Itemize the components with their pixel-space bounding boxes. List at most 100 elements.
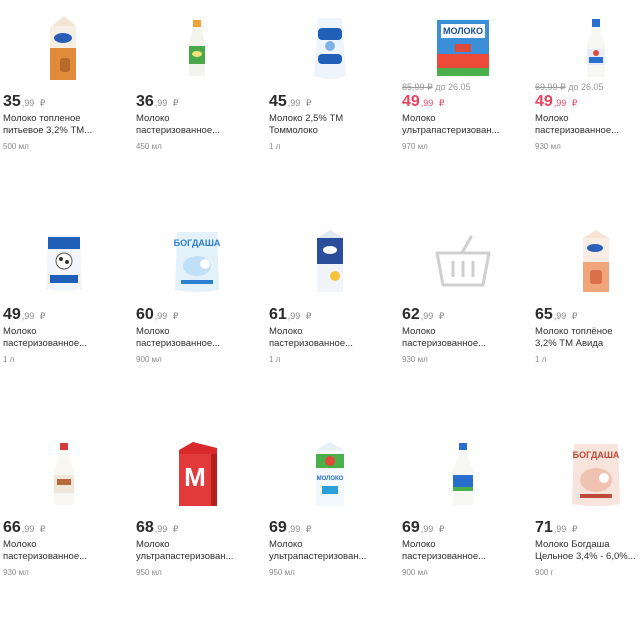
milk-bottle-blue-label-icon[interactable] xyxy=(399,438,527,510)
milk-bottle-red-cap-icon[interactable] xyxy=(0,438,128,510)
price-fraction: ,99 xyxy=(287,311,301,321)
product-volume: 1 л xyxy=(269,142,281,151)
product-name-line-2: пастеризованное... xyxy=(535,125,620,136)
price-fraction: ,99 xyxy=(420,98,434,108)
price: 66,99 ₽ xyxy=(3,520,46,537)
product-name-line-1: Молоко xyxy=(535,113,569,124)
product-name[interactable]: Молоко ультрапастеризован... xyxy=(269,539,391,563)
price: 49,99 ₽ xyxy=(535,94,578,111)
basket-placeholder-icon[interactable] xyxy=(399,225,527,297)
product-name-line-2: пастеризованное... xyxy=(269,338,354,349)
product-card[interactable]: M 68,99 ₽ Молоко ультрапастеризован... 950 м… xyxy=(133,426,261,621)
product-card[interactable]: 65,99 ₽ Молоко топлёное 3,2% ТМ Авида 1 л xyxy=(532,213,640,408)
price: 49,99 ₽ xyxy=(402,94,445,111)
milk-pouch-cow-icon[interactable] xyxy=(0,225,128,297)
svg-text:БОГДАША: БОГДАША xyxy=(174,238,221,248)
milk-box-village-icon[interactable]: МОЛОКО xyxy=(266,438,394,510)
price-integer: 45 xyxy=(269,93,287,110)
price-integer: 69 xyxy=(269,519,287,536)
milk-bottle-green-icon[interactable] xyxy=(133,12,261,84)
currency-sign: ₽ xyxy=(172,524,179,534)
product-volume: 450 мл xyxy=(136,142,162,151)
product-name[interactable]: Молоко 2,5% ТМ Томмолоко xyxy=(269,113,391,137)
milk-pouch-blue-icon[interactable] xyxy=(266,12,394,84)
product-card[interactable]: БОГДАША 60,99 ₽ Молоко пастеризованное... 90… xyxy=(133,213,261,408)
milk-carton-peach-icon[interactable] xyxy=(532,225,640,297)
product-card[interactable]: 69,99 ₽ до 26.05 49,99 ₽ Молоко пастеризова… xyxy=(532,0,640,195)
product-name[interactable]: Молоко пастеризованное... xyxy=(136,326,258,350)
price: 36,99 ₽ xyxy=(136,94,179,111)
price-integer: 35 xyxy=(3,93,21,110)
milk-box-blue-icon[interactable]: МОЛОКО xyxy=(399,12,527,84)
product-name-line-2: пастеризованное... xyxy=(136,338,221,349)
price: 60,99 ₽ xyxy=(136,307,179,324)
product-name-line-2: 3,2% ТМ Авида xyxy=(535,338,604,349)
product-name-line-1: Молоко xyxy=(3,539,37,550)
price-fraction: ,99 xyxy=(21,98,35,108)
milk-carton-orange-icon[interactable] xyxy=(0,12,128,84)
product-name[interactable]: Молоко ультрапастеризован... xyxy=(136,539,258,563)
product-card[interactable]: МОЛОКО 85,99 ₽ до 26.05 49,99 ₽ Молоко ультр… xyxy=(399,0,527,195)
price-fraction: ,99 xyxy=(287,98,301,108)
promo-until: до 26.05 xyxy=(568,82,604,92)
product-name-line-2: пастеризованное... xyxy=(3,338,88,349)
milk-pouch-bogdasha-icon[interactable]: БОГДАША xyxy=(133,225,261,297)
product-name[interactable]: Молоко ультрапастеризован... xyxy=(402,113,524,137)
price-integer: 62 xyxy=(402,306,420,323)
product-card[interactable]: 36,99 ₽ Молоко пастеризованное... 450 мл xyxy=(133,0,261,195)
product-volume: 950 мл xyxy=(269,568,295,577)
price: 69,99 ₽ xyxy=(402,520,445,537)
currency-sign: ₽ xyxy=(39,524,46,534)
price-integer: 61 xyxy=(269,306,287,323)
product-name[interactable]: Молоко пастеризованное... xyxy=(3,539,125,563)
price-integer: 66 xyxy=(3,519,21,536)
product-name[interactable]: Молоко пастеризованное... xyxy=(136,113,258,137)
promo-until: до 26.05 xyxy=(435,82,471,92)
price-fraction: ,99 xyxy=(154,311,168,321)
price-fraction: ,99 xyxy=(420,524,434,534)
milk-box-red-icon[interactable]: M xyxy=(133,438,261,510)
product-name[interactable]: Молоко Богдаша Цельное 3,4% - 6,0%... xyxy=(535,539,640,563)
product-card[interactable]: 35,99 ₽ Молоко топленое питьевое 3,2% ТМ..… xyxy=(0,0,128,195)
product-card[interactable]: МОЛОКО 69,99 ₽ Молоко ультрапастеризован...… xyxy=(266,426,394,621)
product-card[interactable]: 62,99 ₽ Молоко пастеризованное... 930 мл xyxy=(399,213,527,408)
product-name-line-1: Молоко топленое xyxy=(3,113,81,124)
product-volume: 1 л xyxy=(269,355,281,364)
price: 49,99 ₽ xyxy=(3,307,46,324)
svg-text:МОЛОКО: МОЛОКО xyxy=(317,476,344,482)
product-name[interactable]: Молоко пастеризованное... xyxy=(402,539,524,563)
product-volume: 1 л xyxy=(535,355,547,364)
product-name[interactable]: Молоко топлёное 3,2% ТМ Авида xyxy=(535,326,640,350)
price: 65,99 ₽ xyxy=(535,307,578,324)
product-name-line-1: Молоко xyxy=(402,326,436,337)
product-name[interactable]: Молоко пастеризованное... xyxy=(269,326,391,350)
price-fraction: ,99 xyxy=(553,524,567,534)
product-name-line-2: ультрапастеризован... xyxy=(136,551,234,562)
product-name-line-2: ультрапастеризован... xyxy=(402,125,500,136)
currency-sign: ₽ xyxy=(172,311,179,321)
product-card[interactable]: 45,99 ₽ Молоко 2,5% ТМ Томмолоко 1 л xyxy=(266,0,394,195)
milk-carton-blue-icon[interactable] xyxy=(266,225,394,297)
product-card[interactable]: 61,99 ₽ Молоко пастеризованное... 1 л xyxy=(266,213,394,408)
price: 62,99 ₽ xyxy=(402,307,445,324)
price-integer: 36 xyxy=(136,93,154,110)
product-card[interactable]: 49,99 ₽ Молоко пастеризованное... 1 л xyxy=(0,213,128,408)
product-name[interactable]: Молоко топленое питьевое 3,2% ТМ... xyxy=(3,113,125,137)
milk-bottle-blue-cap-icon[interactable] xyxy=(532,12,640,84)
product-name[interactable]: Молоко пастеризованное... xyxy=(3,326,125,350)
currency-sign: ₽ xyxy=(39,98,46,108)
product-volume: 930 мл xyxy=(402,355,428,364)
price-integer: 49 xyxy=(402,93,420,110)
svg-text:БОГДАША: БОГДАША xyxy=(573,450,620,460)
price-fraction: ,99 xyxy=(553,311,567,321)
product-name-line-1: Молоко xyxy=(136,539,170,550)
product-card[interactable]: 66,99 ₽ Молоко пастеризованное... 930 мл xyxy=(0,426,128,621)
price: 61,99 ₽ xyxy=(269,307,312,324)
product-card[interactable]: БОГДАША 71,99 ₽ Молоко Богдаша Цельное 3,4%… xyxy=(532,426,640,621)
currency-sign: ₽ xyxy=(305,98,312,108)
product-name[interactable]: Молоко пастеризованное... xyxy=(535,113,640,137)
milk-pouch-pink-icon[interactable]: БОГДАША xyxy=(532,438,640,510)
product-name[interactable]: Молоко пастеризованное... xyxy=(402,326,524,350)
price-integer: 60 xyxy=(136,306,154,323)
product-card[interactable]: 69,99 ₽ Молоко пастеризованное... 900 мл xyxy=(399,426,527,621)
